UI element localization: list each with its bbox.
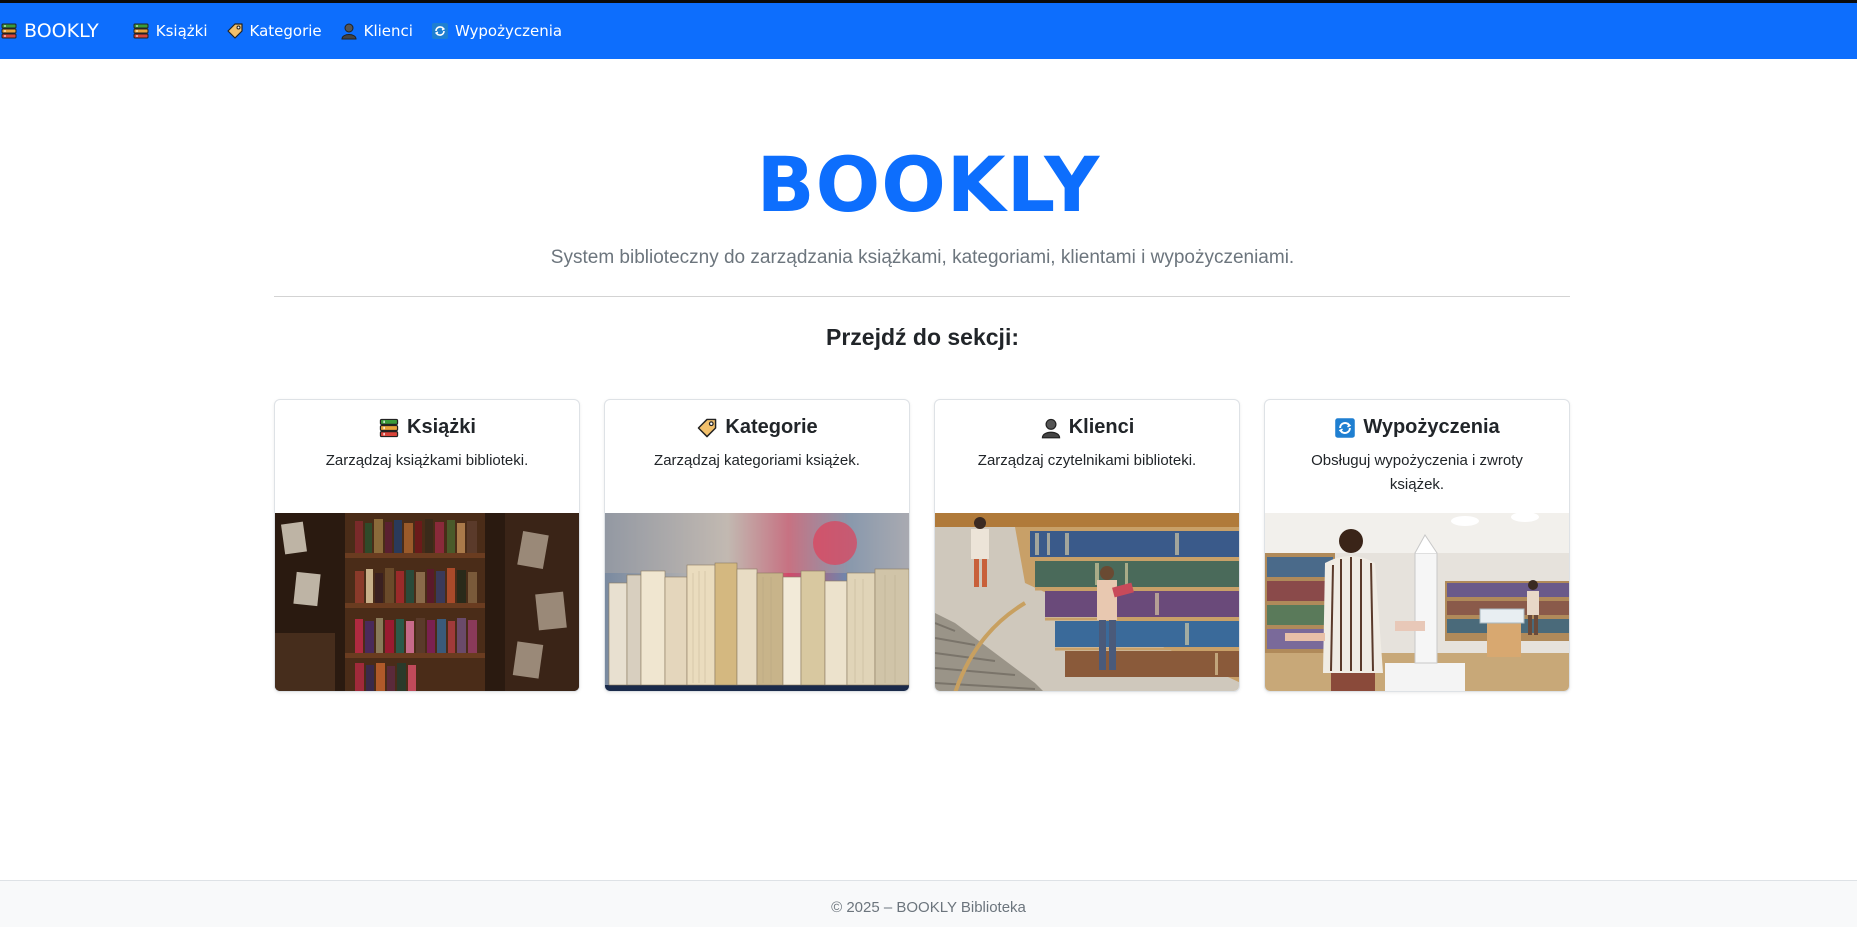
card-kategorie[interactable]: Kategorie Zarządzaj kategoriami książek.	[604, 399, 910, 692]
card-title-label: Książki	[407, 416, 476, 438]
card-wypozyczenia[interactable]: Wypożyczenia Obsługuj wypożyczenia i zwr…	[1264, 399, 1570, 692]
card-text: Zarządzaj kategoriami książek.	[654, 452, 860, 469]
footer-text: © 2025 – BOOKLY Biblioteka	[831, 899, 1026, 916]
card-ksiazki[interactable]: Książki Zarządzaj książkami biblioteki.	[274, 399, 580, 692]
nav-link-kategorie[interactable]: Kategorie	[226, 22, 322, 40]
books-icon	[132, 22, 150, 40]
nav-link-label: Książki	[155, 22, 208, 40]
person-icon	[1040, 417, 1062, 439]
section-title: Przejdź do sekcji:	[825, 324, 1019, 350]
card-title: Wypożyczenia	[1265, 416, 1569, 439]
card-title-label: Klienci	[1068, 416, 1135, 438]
card-body: Książki Zarządzaj książkami biblioteki.	[275, 400, 579, 513]
tag-icon	[226, 22, 244, 40]
card-title-label: Kategorie	[725, 416, 818, 438]
card-body: Kategorie Zarządzaj kategoriami książek.	[605, 400, 909, 513]
page-title: BOOKLY	[756, 140, 1101, 229]
nav-link-label: Wypożyczenia	[454, 22, 563, 40]
card-klienci[interactable]: Klienci Zarządzaj czytelnikami bibliotek…	[934, 399, 1240, 692]
book-spines-photo	[605, 513, 909, 691]
card-title: Klienci	[935, 416, 1239, 439]
card-text: Zarządzaj książkami biblioteki.	[325, 452, 529, 469]
page-subtitle: System biblioteczny do zarządzania książ…	[550, 247, 1295, 268]
card-text: Obsługuj wypożyczenia i zwroty książek.	[1311, 452, 1523, 493]
footer: © 2025 – BOOKLY Biblioteka	[0, 880, 1857, 927]
books-icon	[0, 22, 18, 40]
refresh-icon	[1334, 417, 1356, 439]
card-body: Klienci Zarządzaj czytelnikami bibliotek…	[935, 400, 1239, 513]
refresh-icon	[431, 22, 449, 40]
card-title: Kategorie	[605, 416, 909, 439]
library-readers-photo	[935, 513, 1239, 691]
brand-link[interactable]: BOOKLY	[0, 20, 99, 42]
nav-link-ksiazki[interactable]: Książki	[132, 22, 208, 40]
brand-label: BOOKLY	[24, 20, 99, 42]
library-desk-photo	[1265, 513, 1569, 691]
top-navbar: BOOKLY Książki Kategorie Klienci Wypożyc…	[0, 0, 1857, 59]
card-title-label: Wypożyczenia	[1363, 416, 1500, 438]
person-icon	[340, 22, 358, 40]
nav-link-label: Kategorie	[249, 22, 322, 40]
card-body: Wypożyczenia Obsługuj wypożyczenia i zwr…	[1265, 400, 1569, 513]
section-cards: Książki Zarządzaj książkami biblioteki.	[274, 399, 1570, 692]
books-icon	[378, 417, 400, 439]
tag-icon	[696, 417, 718, 439]
card-title: Książki	[275, 416, 579, 439]
divider	[274, 296, 1570, 297]
nav-link-label: Klienci	[363, 22, 413, 40]
nav-link-wypozyczenia[interactable]: Wypożyczenia	[431, 22, 562, 40]
bookshelf-photo	[275, 513, 579, 691]
nav-link-klienci[interactable]: Klienci	[340, 22, 413, 40]
card-text: Zarządzaj czytelnikami biblioteki.	[977, 452, 1197, 469]
